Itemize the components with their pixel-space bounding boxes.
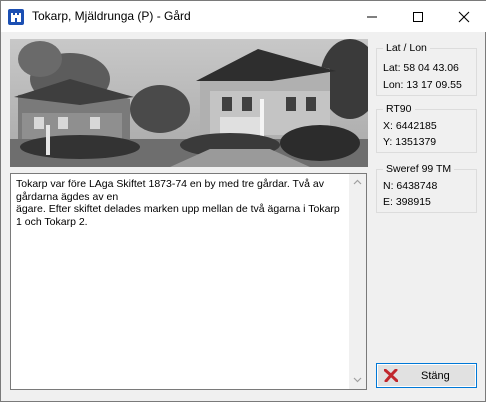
scroll-down-button[interactable] [349, 372, 366, 389]
sweref-n-value: N: 6438748 [383, 180, 438, 192]
lat-value: Lat: 58 04 43.06 [383, 62, 459, 74]
sweref-group: Sweref 99 TM N: 6438748 E: 398915 [376, 163, 477, 213]
chevron-down-icon [353, 377, 362, 383]
title-bar[interactable]: Tokarp, Mjäldrunga (P) - Gård [1, 1, 487, 32]
rt90-group-title: RT90 [383, 103, 415, 115]
description-text: Tokarp var före LAga Skiftet 1873-74 en … [16, 178, 340, 228]
window-close-button[interactable] [441, 1, 487, 32]
vertical-scrollbar[interactable] [349, 174, 366, 389]
sweref-group-title: Sweref 99 TM [383, 163, 455, 175]
dialog-window: Tokarp, Mjäldrunga (P) - Gård Tokarp var… [0, 0, 487, 402]
castle-icon [8, 9, 24, 25]
farm-photo [10, 39, 368, 167]
window-title: Tokarp, Mjäldrunga (P) - Gård [32, 9, 191, 23]
maximize-button[interactable] [395, 1, 441, 32]
latlon-group: Lat / Lon Lat: 58 04 43.06 Lon: 13 17 09… [376, 42, 477, 96]
close-button[interactable]: Stäng [376, 363, 477, 388]
description-textarea[interactable]: Tokarp var före LAga Skiftet 1873-74 en … [10, 173, 367, 390]
rt90-group: RT90 X: 6442185 Y: 1351379 [376, 103, 477, 153]
rt90-y-value: Y: 1351379 [383, 136, 437, 148]
red-x-icon [384, 369, 398, 382]
close-icon [458, 11, 470, 23]
minimize-icon [367, 16, 377, 18]
scroll-up-button[interactable] [349, 174, 366, 191]
latlon-group-title: Lat / Lon [383, 42, 430, 54]
maximize-icon [413, 12, 423, 22]
chevron-up-icon [353, 179, 362, 185]
rt90-x-value: X: 6442185 [383, 120, 437, 132]
minimize-button[interactable] [349, 1, 395, 32]
close-button-label: Stäng [421, 370, 450, 382]
lon-value: Lon: 13 17 09.55 [383, 79, 462, 91]
sweref-e-value: E: 398915 [383, 196, 431, 208]
